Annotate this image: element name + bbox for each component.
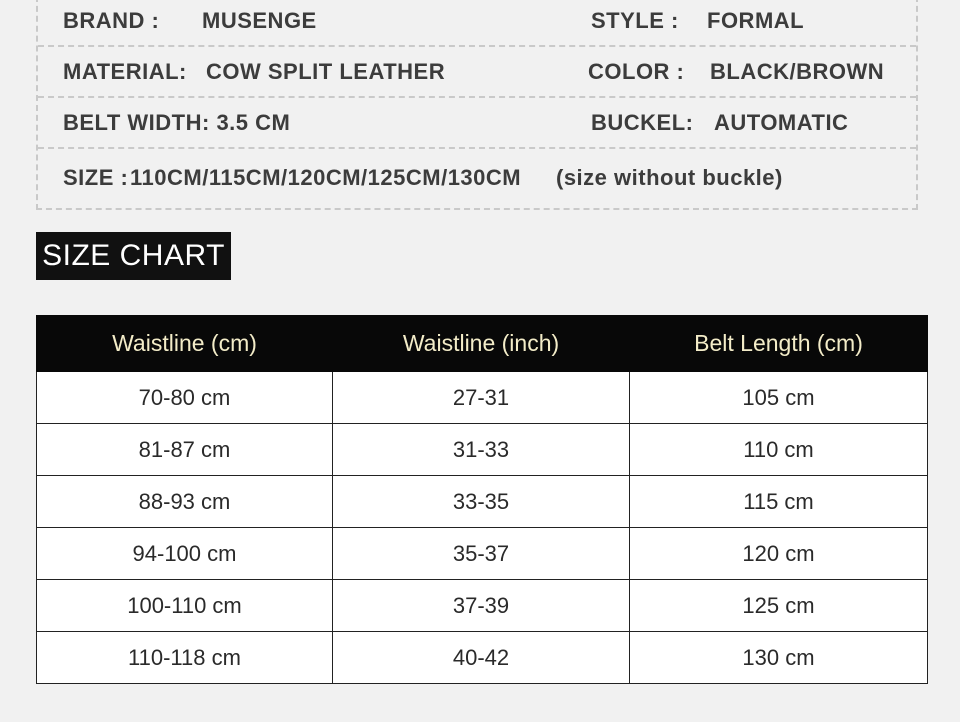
style-label: STYLE : [591, 7, 679, 33]
table-row: 88-93 cm 33-35 115 cm [36, 475, 928, 528]
cell-waistline-cm: 81-87 cm [36, 423, 333, 476]
buckle-label: BUCKEL: [591, 109, 694, 135]
color-value: BLACK/BROWN [710, 58, 885, 84]
header-waistline-inch: Waistline (inch) [332, 315, 630, 372]
cell-belt-length: 110 cm [629, 423, 928, 476]
cell-waistline-cm: 70-80 cm [36, 371, 333, 424]
size-values: 110CM/115CM/120CM/125CM/130CM [130, 164, 522, 190]
cell-belt-length: 115 cm [629, 475, 928, 528]
table-row: 81-87 cm 31-33 110 cm [36, 423, 928, 476]
cell-waistline-inch: 27-31 [332, 371, 630, 424]
spec-row-width: BELT WIDTH: 3.5 CM BUCKEL: AUTOMATIC [38, 98, 916, 149]
spec-row-material: MATERIAL: COW SPLIT LEATHER COLOR : BLAC… [38, 47, 916, 98]
cell-waistline-cm: 88-93 cm [36, 475, 333, 528]
cell-waistline-inch: 31-33 [332, 423, 630, 476]
cell-belt-length: 120 cm [629, 527, 928, 580]
size-chart-title: SIZE CHART [36, 232, 231, 280]
belt-width-text: BELT WIDTH: 3.5 CM [63, 109, 291, 135]
cell-waistline-cm: 110-118 cm [36, 631, 333, 684]
size-chart-table: Waistline (cm) Waistline (inch) Belt Len… [36, 315, 928, 684]
cell-waistline-inch: 40-42 [332, 631, 630, 684]
spec-row-size: SIZE : 110CM/115CM/120CM/125CM/130CM (si… [38, 149, 916, 206]
table-row: 94-100 cm 35-37 120 cm [36, 527, 928, 580]
color-label: COLOR : [588, 58, 685, 84]
cell-waistline-cm: 100-110 cm [36, 579, 333, 632]
cell-waistline-inch: 37-39 [332, 579, 630, 632]
header-waistline-cm: Waistline (cm) [36, 315, 333, 372]
buckle-value: AUTOMATIC [714, 109, 849, 135]
material-label: MATERIAL: [63, 58, 187, 84]
table-header-row: Waistline (cm) Waistline (inch) Belt Len… [36, 315, 928, 372]
size-label: SIZE : [63, 164, 129, 190]
cell-belt-length: 125 cm [629, 579, 928, 632]
cell-waistline-inch: 33-35 [332, 475, 630, 528]
table-row: 100-110 cm 37-39 125 cm [36, 579, 928, 632]
material-value: COW SPLIT LEATHER [206, 58, 446, 84]
style-value: FORMAL [707, 7, 805, 33]
brand-label: BRAND : [63, 7, 160, 33]
table-row: 110-118 cm 40-42 130 cm [36, 631, 928, 684]
cell-belt-length: 105 cm [629, 371, 928, 424]
spec-panel: BRAND : MUSENGE STYLE : FORMAL MATERIAL:… [36, 0, 918, 210]
header-belt-length: Belt Length (cm) [629, 315, 928, 372]
cell-waistline-cm: 94-100 cm [36, 527, 333, 580]
cell-waistline-inch: 35-37 [332, 527, 630, 580]
table-row: 70-80 cm 27-31 105 cm [36, 371, 928, 424]
cell-belt-length: 130 cm [629, 631, 928, 684]
spec-row-brand: BRAND : MUSENGE STYLE : FORMAL [38, 0, 916, 47]
brand-value: MUSENGE [202, 7, 317, 33]
size-note: (size without buckle) [556, 164, 783, 190]
